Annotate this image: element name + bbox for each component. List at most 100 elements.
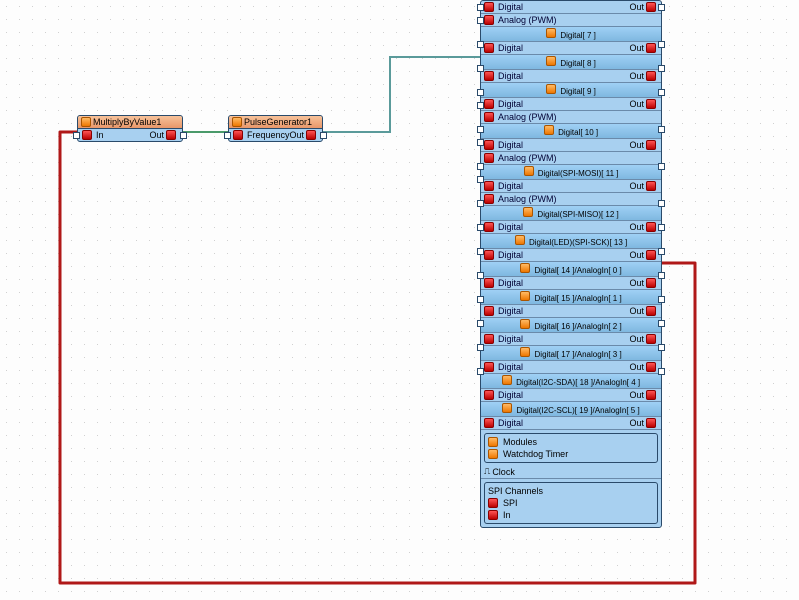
pin-right[interactable]: [658, 89, 665, 96]
pin-right[interactable]: [658, 200, 665, 207]
port-label-left: Digital: [498, 71, 523, 81]
pin-row[interactable]: Digital Out: [481, 389, 661, 402]
port-frequency: Frequency: [247, 130, 290, 140]
port-label-left: Digital: [498, 306, 523, 316]
port-label-right: Out: [629, 334, 644, 344]
pin-row[interactable]: Digital Out: [481, 277, 661, 290]
port-icon: [484, 140, 494, 150]
port-icon: [484, 306, 494, 316]
pin-row[interactable]: Analog (PWM): [481, 14, 661, 27]
pin-row[interactable]: Digital Out: [481, 98, 661, 111]
pin-left[interactable]: [477, 102, 484, 109]
chip-icon: [515, 235, 525, 245]
pin-right[interactable]: [658, 272, 665, 279]
pin-left[interactable]: [477, 126, 484, 133]
watchdog-label: Watchdog Timer: [503, 449, 568, 459]
pin-left[interactable]: [477, 176, 484, 183]
pin-header: Digital[ 14 ]/AnalogIn[ 0 ]: [481, 262, 661, 277]
pin-right[interactable]: [658, 368, 665, 375]
device-panel[interactable]: Digital Out Analog (PWM) Digital[ 7 ] Di…: [480, 0, 662, 528]
port-label-right: Out: [629, 306, 644, 316]
pin-left[interactable]: [477, 41, 484, 48]
modules-panel[interactable]: Modules Watchdog Timer: [484, 433, 658, 463]
pin-row[interactable]: Digital Out: [481, 305, 661, 318]
spi-panel[interactable]: SPI Channels SPI In: [484, 482, 658, 524]
pin-header: Digital(SPI-MISO)[ 12 ]: [481, 206, 661, 221]
pin-left[interactable]: [477, 163, 484, 170]
pin-right[interactable]: [658, 126, 665, 133]
pin-frequency[interactable]: [224, 132, 231, 139]
pin-left[interactable]: [477, 200, 484, 207]
pin-left[interactable]: [477, 65, 484, 72]
port-label-right: Out: [629, 181, 644, 191]
port-label-left: Analog (PWM): [498, 194, 557, 204]
pin-left[interactable]: [477, 89, 484, 96]
pin-row[interactable]: Digital Out: [481, 249, 661, 262]
port-icon: [646, 250, 656, 260]
modules-label: Modules: [503, 437, 537, 447]
port-icon: [646, 71, 656, 81]
chip-icon: [546, 56, 556, 66]
pin-left[interactable]: [477, 4, 484, 11]
pin-left[interactable]: [477, 17, 484, 24]
pin-right[interactable]: [658, 296, 665, 303]
pin-left[interactable]: [477, 224, 484, 231]
port-label-right: Out: [629, 278, 644, 288]
pin-right[interactable]: [658, 344, 665, 351]
port-out: Out: [290, 130, 305, 140]
chip-icon: [546, 84, 556, 94]
chip-icon: [524, 166, 534, 176]
pin-left[interactable]: [477, 368, 484, 375]
pin-row[interactable]: Digital Out: [481, 70, 661, 83]
node-pulsegenerator[interactable]: PulseGenerator1 Frequency Out: [228, 115, 323, 142]
pin-row[interactable]: Digital Out: [481, 361, 661, 374]
port-label-left: Digital: [498, 181, 523, 191]
pin-left[interactable]: [477, 272, 484, 279]
node-title-text: MultiplyByValue1: [93, 117, 161, 127]
pin-left[interactable]: [477, 139, 484, 146]
pin-header: Digital(I2C-SCL)[ 19 ]/AnalogIn[ 5 ]: [481, 402, 661, 417]
pin-left[interactable]: [477, 344, 484, 351]
port-icon: [484, 71, 494, 81]
port-icon: [646, 334, 656, 344]
port-icon: [646, 222, 656, 232]
pin-left[interactable]: [477, 320, 484, 327]
pin-row[interactable]: Digital Out: [481, 417, 661, 430]
pin-row[interactable]: Analog (PWM): [481, 193, 661, 206]
port-icon: [484, 153, 494, 163]
port-label-left: Digital: [498, 99, 523, 109]
pin-right[interactable]: [658, 41, 665, 48]
pin-right[interactable]: [658, 65, 665, 72]
pin-out[interactable]: [180, 132, 187, 139]
pin-row[interactable]: Digital Out: [481, 1, 661, 14]
pin-row[interactable]: Analog (PWM): [481, 111, 661, 124]
clock-row[interactable]: ⎍Clock: [481, 466, 661, 479]
pin-right[interactable]: [658, 224, 665, 231]
pin-right[interactable]: [658, 248, 665, 255]
spi-icon: [488, 498, 498, 508]
port-icon: [484, 390, 494, 400]
pin-row[interactable]: Digital Out: [481, 139, 661, 152]
pin-row[interactable]: Digital Out: [481, 180, 661, 193]
node-multiplybyvalue[interactable]: MultiplyByValue1 In Out: [77, 115, 183, 142]
pin-row[interactable]: Digital Out: [481, 42, 661, 55]
chip-icon: [502, 403, 512, 413]
pin-out[interactable]: [320, 132, 327, 139]
pin-left[interactable]: [477, 248, 484, 255]
in-icon: [82, 130, 92, 140]
port-label-left: Digital: [498, 418, 523, 428]
pin-right[interactable]: [658, 320, 665, 327]
pin-row[interactable]: Digital Out: [481, 221, 661, 234]
pin-row[interactable]: Analog (PWM): [481, 152, 661, 165]
port-icon: [484, 112, 494, 122]
pin-right[interactable]: [658, 4, 665, 11]
wire-layer: [0, 0, 799, 600]
pin-left[interactable]: [477, 296, 484, 303]
pin-right[interactable]: [658, 163, 665, 170]
pin-row[interactable]: Digital Out: [481, 333, 661, 346]
pin-in[interactable]: [73, 132, 80, 139]
pin-header: Digital[ 8 ]: [481, 55, 661, 70]
port-label-left: Analog (PWM): [498, 153, 557, 163]
port-icon: [646, 306, 656, 316]
pin-header: Digital[ 16 ]/AnalogIn[ 2 ]: [481, 318, 661, 333]
